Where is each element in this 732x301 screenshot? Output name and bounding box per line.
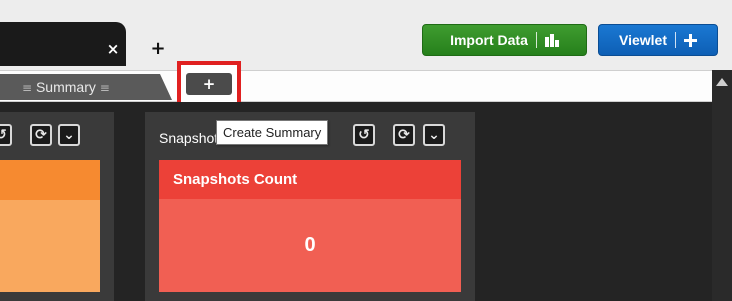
summary-tab-strip: ≡ Summary ≡ xyxy=(0,70,712,161)
chevron-down-icon[interactable]: ⌄ xyxy=(423,124,445,146)
summary-tab[interactable]: ≡ Summary ≡ xyxy=(0,74,172,100)
orange-card-body xyxy=(0,200,100,292)
left-panel: ↺ ⟳ ⌄ xyxy=(0,112,114,301)
import-data-label: Import Data xyxy=(450,32,528,48)
refresh-icon[interactable]: ⟳ xyxy=(30,124,52,146)
scroll-up-icon[interactable] xyxy=(716,78,728,86)
bar-chart-icon xyxy=(544,33,559,47)
create-summary-button[interactable]: + xyxy=(186,73,232,95)
orange-card-header xyxy=(0,160,100,200)
button-separator xyxy=(675,32,676,48)
viewlet-label: Viewlet xyxy=(619,32,667,48)
dashboard-workspace: ↺ ⟳ ⌄ Snapshots Count ↺ ⟳ ⌄ Snapshots Co… xyxy=(0,102,712,301)
summary-tab-label: Summary xyxy=(35,79,96,95)
top-tab-bar: × + Import Data Viewlet xyxy=(0,0,732,70)
refresh-icon[interactable]: ⟳ xyxy=(393,124,415,146)
plus-icon xyxy=(684,33,697,47)
undo-icon[interactable]: ↺ xyxy=(0,124,12,146)
new-tab-button[interactable]: + xyxy=(147,38,169,60)
document-tab[interactable]: × xyxy=(0,22,126,66)
create-summary-tooltip: Create Summary xyxy=(216,120,329,145)
close-icon[interactable]: × xyxy=(102,38,124,60)
card-value: 0 xyxy=(159,199,461,292)
viewlet-button[interactable]: Viewlet xyxy=(598,24,718,56)
drag-handle-icon: ≡ xyxy=(99,81,110,95)
drag-handle-icon: ≡ xyxy=(22,81,33,95)
undo-icon[interactable]: ↺ xyxy=(353,124,375,146)
chevron-down-icon[interactable]: ⌄ xyxy=(58,124,80,146)
vertical-scrollbar[interactable] xyxy=(712,70,732,301)
card-title: Snapshots Count xyxy=(159,160,461,199)
button-separator xyxy=(535,32,537,48)
import-data-button[interactable]: Import Data xyxy=(422,24,587,56)
snapshots-count-card: Snapshots Count 0 xyxy=(159,160,461,292)
